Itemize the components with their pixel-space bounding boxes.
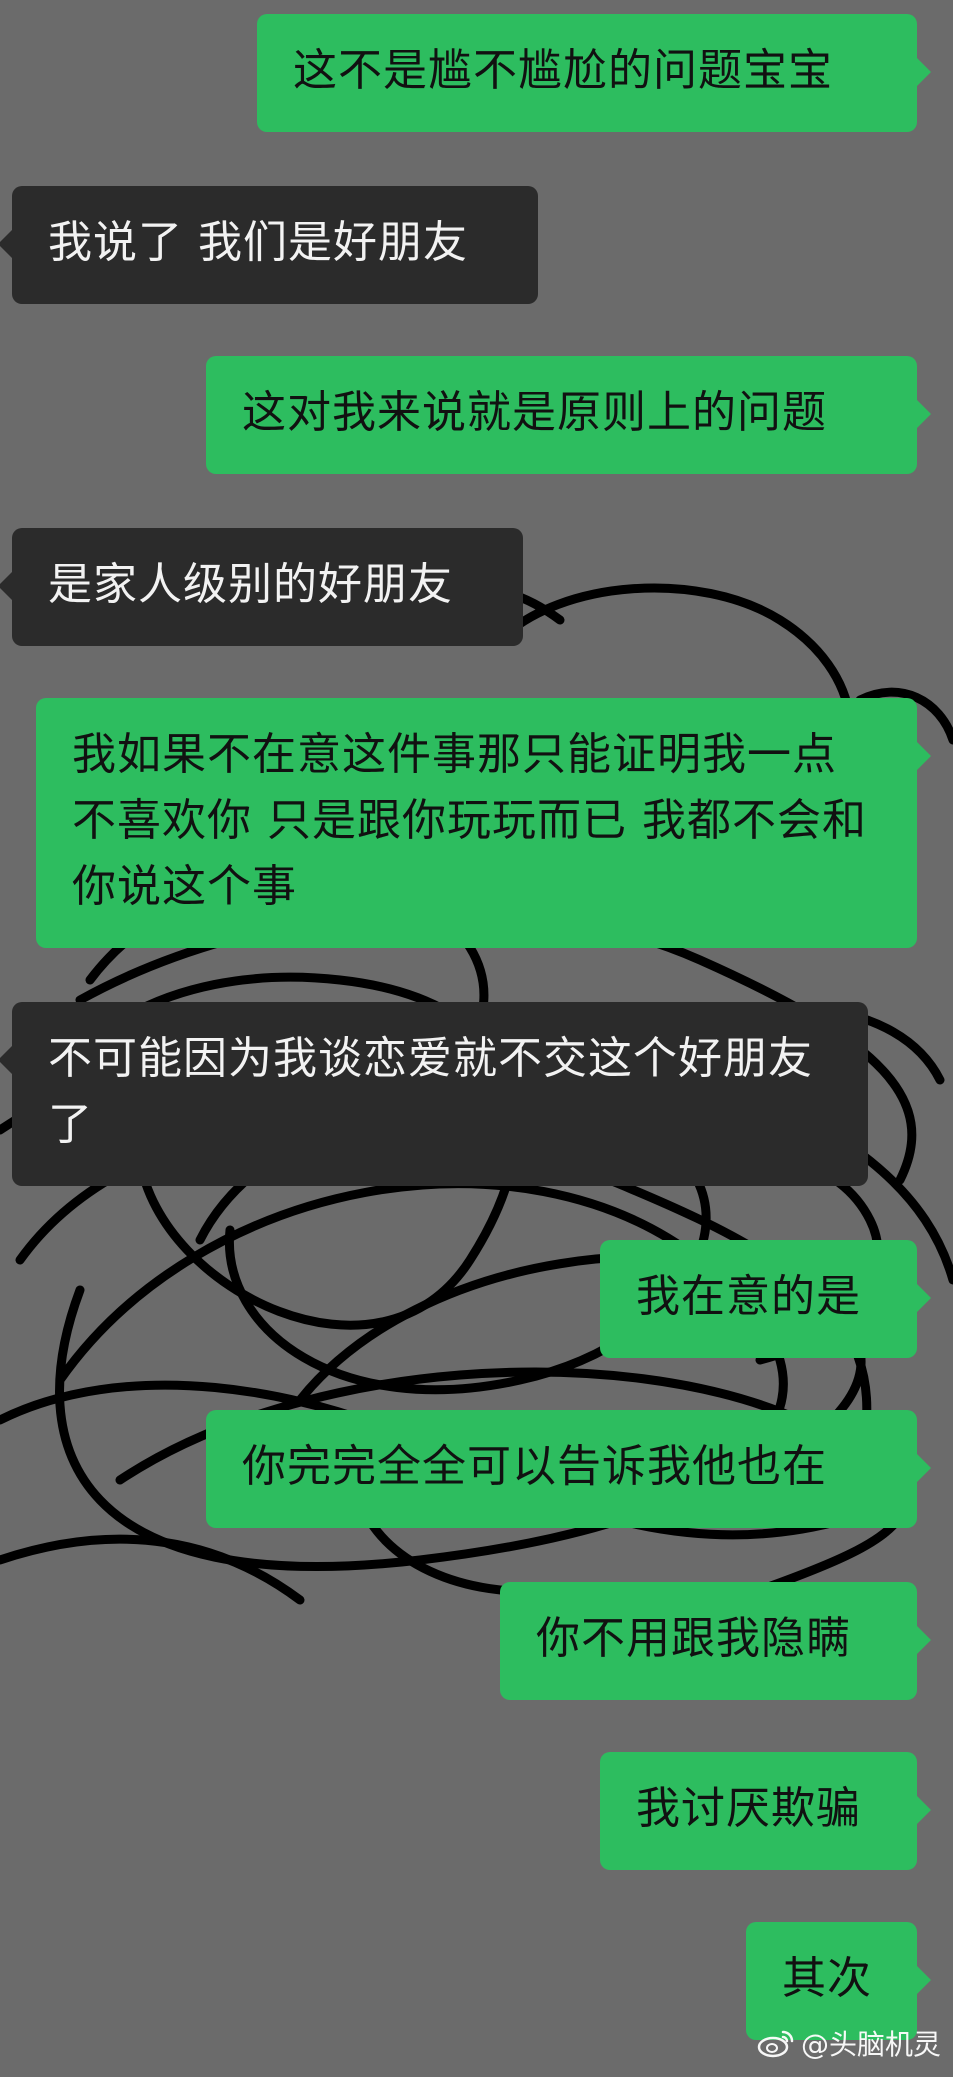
weibo-icon — [757, 2030, 794, 2058]
watermark-text: @头脑机灵 — [800, 2028, 941, 2061]
message-bubble-incoming[interactable]: 是家人级别的好朋友 — [0, 528, 523, 646]
message-text: 我在意的是 — [636, 1271, 861, 1322]
message-bubble-outgoing[interactable]: 你完完全全可以告诉我他也在 — [206, 1410, 931, 1528]
message-bubble-outgoing[interactable]: 我如果不在意这件事那只能证明我一点不喜欢你 只是跟你玩玩而已 我都不会和你说这个… — [36, 698, 931, 948]
message-text: 不可能因为我谈恋爱就不交这个好朋友了 — [48, 1033, 813, 1150]
message-bubble-incoming[interactable]: 不可能因为我谈恋爱就不交这个好朋友了 — [0, 1002, 868, 1186]
message-bubble-outgoing[interactable]: 我讨厌欺骗 — [600, 1752, 931, 1870]
message-bubble-incoming[interactable]: 我说了 我们是好朋友 — [0, 186, 538, 304]
message-bubble-outgoing[interactable]: 这不是尴不尴尬的问题宝宝 — [257, 14, 931, 132]
message-text: 这对我来说就是原则上的问题 — [242, 387, 827, 438]
message-text: 我如果不在意这件事那只能证明我一点不喜欢你 只是跟你玩玩而已 我都不会和你说这个… — [72, 729, 867, 912]
message-bubble-outgoing[interactable]: 你不用跟我隐瞒 — [500, 1582, 931, 1700]
message-text: 你完完全全可以告诉我他也在 — [242, 1441, 827, 1492]
message-text: 是家人级别的好朋友 — [48, 559, 453, 610]
message-text: 这不是尴不尴尬的问题宝宝 — [293, 45, 833, 96]
watermark: @头脑机灵 — [757, 2023, 941, 2063]
message-bubble-outgoing[interactable]: 这对我来说就是原则上的问题 — [206, 356, 931, 474]
message-text: 其次 — [782, 1953, 872, 2004]
message-text: 我讨厌欺骗 — [636, 1783, 861, 1834]
message-bubble-outgoing[interactable]: 我在意的是 — [600, 1240, 931, 1358]
message-text: 我说了 我们是好朋友 — [48, 217, 468, 268]
message-text: 你不用跟我隐瞒 — [536, 1613, 851, 1664]
